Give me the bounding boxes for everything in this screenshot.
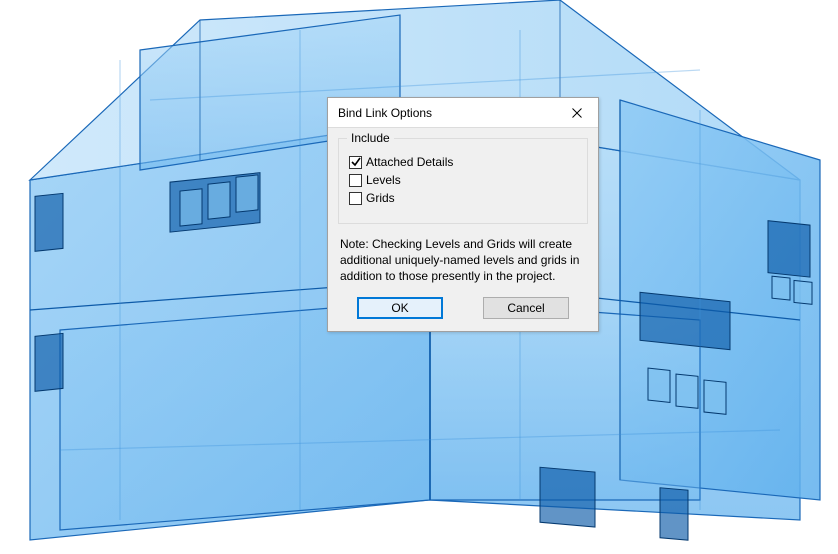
dialog-title: Bind Link Options [338, 106, 556, 120]
option-levels[interactable]: Levels [349, 173, 577, 187]
dialog-button-row: OK Cancel [338, 297, 588, 319]
include-group: Include Attached Details Levels Grids [338, 138, 588, 224]
checkbox-grids[interactable] [349, 192, 362, 205]
option-attached-details[interactable]: Attached Details [349, 155, 577, 169]
option-label: Attached Details [366, 155, 453, 169]
checkbox-attached-details[interactable] [349, 156, 362, 169]
close-icon [572, 108, 582, 118]
option-label: Grids [366, 191, 395, 205]
checkmark-icon [351, 157, 361, 167]
note-text: Note: Checking Levels and Grids will cre… [340, 236, 586, 285]
close-button[interactable] [556, 98, 598, 128]
dialog-titlebar[interactable]: Bind Link Options [328, 98, 598, 128]
bind-link-options-dialog: Bind Link Options Include Attached Detai… [327, 97, 599, 332]
cancel-button[interactable]: Cancel [483, 297, 569, 319]
checkbox-levels[interactable] [349, 174, 362, 187]
option-label: Levels [366, 173, 401, 187]
include-legend: Include [347, 131, 394, 145]
ok-button[interactable]: OK [357, 297, 443, 319]
option-grids[interactable]: Grids [349, 191, 577, 205]
dialog-content: Include Attached Details Levels Grids [328, 128, 598, 331]
